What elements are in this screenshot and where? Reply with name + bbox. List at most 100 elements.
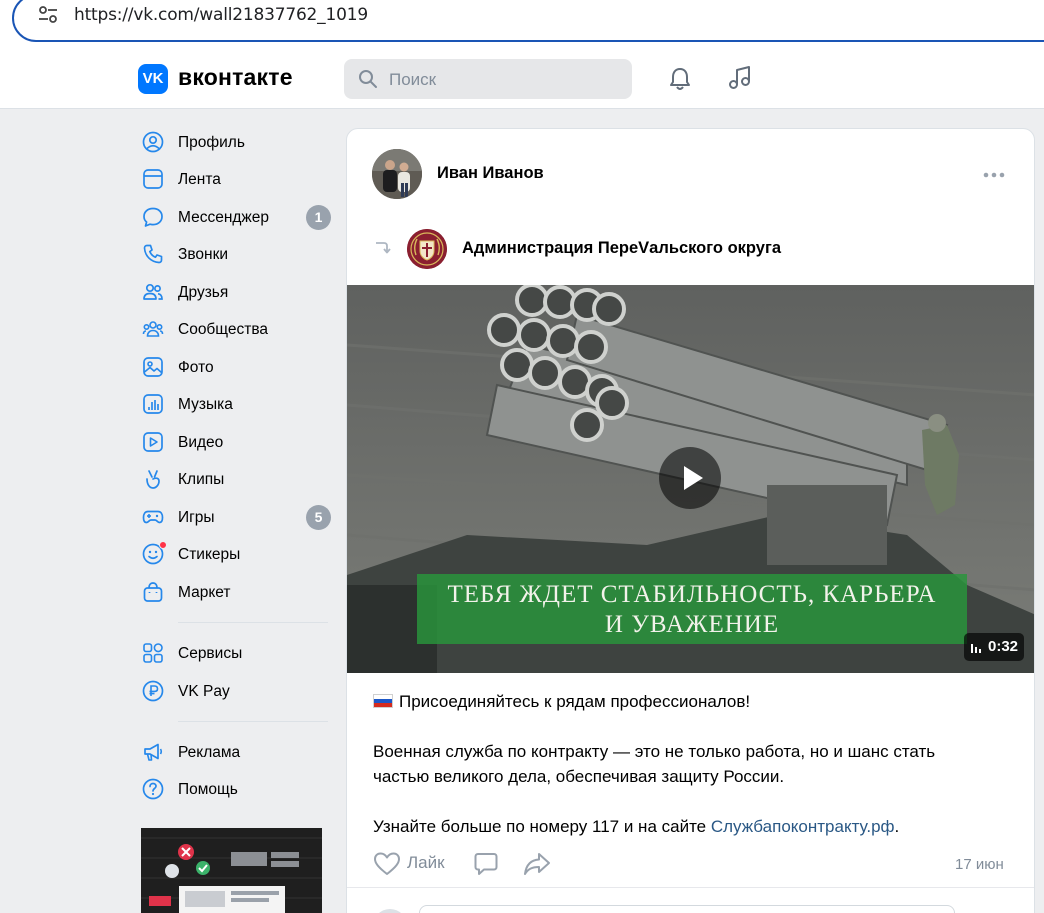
sidebar-item-label: Клипы	[178, 471, 225, 488]
post-date[interactable]: 17 июн	[955, 856, 1004, 873]
sidebar-item-label: Друзья	[178, 284, 229, 301]
more-options-icon[interactable]	[983, 171, 1005, 179]
post-text-line3: частью великого дела, обеспечивая защиту…	[373, 767, 785, 786]
sidebar-item-label: Фото	[178, 359, 214, 376]
gamepad-icon	[142, 510, 164, 524]
current-user-avatar	[373, 909, 407, 913]
music-note-icon[interactable]	[726, 64, 754, 92]
ruble-coin-icon	[142, 680, 164, 702]
video-icon	[143, 432, 163, 452]
sidebar-item-label: Игры	[178, 509, 215, 526]
sidebar-item-messenger[interactable]: Мессенджер 1	[138, 200, 338, 234]
sidebar-item-label: Стикеры	[178, 546, 241, 563]
card-divider	[347, 887, 1034, 888]
sidebar-item-video[interactable]: Видео	[138, 425, 338, 459]
browser-toolbar: https://vk.com/wall21837762_1019	[0, 0, 1044, 46]
play-icon	[684, 466, 703, 490]
sidebar-item-label: Музыка	[178, 396, 233, 413]
vk-header: VK вконтакте Поиск	[0, 46, 1044, 109]
games-count-badge: 5	[306, 505, 331, 530]
megaphone-icon	[144, 743, 163, 761]
sidebar-divider	[178, 721, 328, 722]
search-placeholder: Поиск	[389, 70, 437, 89]
services-grid-icon	[143, 643, 163, 663]
sidebar-item-help[interactable]: Помощь	[138, 772, 338, 806]
help-icon	[142, 778, 164, 800]
russia-flag-icon	[373, 694, 393, 708]
wall-post-card: Иван Иванов Администрация ПереVальского …	[346, 128, 1035, 913]
post-author-name[interactable]: Иван Иванов	[437, 164, 544, 183]
sidebar-item-label: Помощь	[178, 781, 238, 798]
communities-icon	[142, 321, 164, 337]
post-text-line1: Присоединяйтесь к рядам профессионалов!	[373, 689, 750, 714]
play-button[interactable]	[659, 447, 721, 509]
sidebar-item-communities[interactable]: Сообщества	[138, 312, 338, 346]
promo-banner-thumbnail[interactable]	[141, 828, 322, 913]
video-caption-line1: ТЕБЯ ЖДЕТ СТАБИЛЬНОСТЬ, КАРЬЕРА	[447, 581, 937, 608]
vk-wordmark[interactable]: вконтакте	[178, 64, 293, 91]
heart-icon[interactable]	[373, 851, 401, 877]
sidebar-item-label: Лента	[178, 171, 221, 188]
sidebar-item-label: Сообщества	[178, 321, 269, 338]
like-button-label[interactable]: Лайк	[407, 853, 445, 873]
post-text-period: .	[894, 817, 900, 836]
sidebar-item-services[interactable]: Сервисы	[138, 636, 338, 670]
sidebar-item-music[interactable]: Музыка	[138, 387, 338, 421]
clips-icon	[146, 470, 160, 489]
sidebar-item-photos[interactable]: Фото	[138, 350, 338, 384]
sidebar-item-friends[interactable]: Друзья	[138, 275, 338, 309]
comment-input[interactable]	[419, 905, 955, 913]
search-icon	[359, 70, 377, 88]
author-avatar[interactable]	[372, 149, 422, 199]
sidebar-item-stickers[interactable]: Стикеры	[138, 537, 338, 571]
source-group-avatar[interactable]	[407, 229, 447, 269]
sidebar-item-label: Реклама	[178, 744, 241, 761]
friends-icon	[143, 283, 163, 300]
sidebar-item-label: VK Pay	[178, 683, 230, 700]
sidebar-item-clips[interactable]: Клипы	[138, 462, 338, 496]
video-duration: 0:32	[988, 638, 1019, 655]
vk-logo-icon[interactable]: VK	[138, 64, 168, 94]
video-caption-overlay: ТЕБЯ ЖДЕТ СТАБИЛЬНОСТЬ, КАРЬЕРА И УВАЖЕН…	[417, 574, 967, 644]
sidebar-item-ads[interactable]: Реклама	[138, 735, 338, 769]
comment-icon[interactable]	[473, 851, 499, 877]
music-icon	[143, 394, 163, 414]
search-input[interactable]: Поиск	[344, 59, 632, 99]
bell-icon[interactable]	[666, 65, 694, 93]
sidebar-item-label: Сервисы	[178, 645, 243, 662]
profile-icon	[142, 131, 164, 153]
sidebar-item-games[interactable]: Игры 5	[138, 500, 338, 534]
post-actions-bar: Лайк 17 июн	[347, 847, 1034, 883]
site-settings-icon[interactable]	[38, 6, 58, 24]
sidebar-item-label: Мессенджер	[178, 209, 270, 226]
phone-icon	[143, 244, 163, 264]
share-icon[interactable]	[523, 851, 551, 877]
sidebar-item-label: Маркет	[178, 584, 231, 601]
address-bar[interactable]: https://vk.com/wall21837762_1019	[12, 0, 1044, 42]
news-feed-icon	[143, 169, 163, 189]
website-link[interactable]: Служба­по­контракту.рф	[711, 817, 895, 836]
message-bubble-icon	[143, 207, 163, 227]
author-photo	[372, 149, 422, 199]
unread-count-badge: 1	[306, 205, 331, 230]
repost-arrow-icon	[376, 242, 391, 254]
photo-icon	[143, 357, 163, 377]
coat-of-arms-icon	[407, 229, 447, 269]
sidebar-item-label: Профиль	[178, 134, 245, 151]
sidebar-item-market[interactable]: Маркет	[138, 575, 338, 609]
post-text-line4: Узнайте больше по номеру 117 и на сайте …	[373, 814, 899, 839]
post-text-contact: Узнайте больше по номеру 117 и на сайте	[373, 817, 711, 836]
video-duration-badge: 0:32	[964, 633, 1024, 661]
promo-illustration	[141, 828, 322, 913]
url-text: https://vk.com/wall21837762_1019	[74, 5, 368, 25]
video-player[interactable]: ТЕБЯ ЖДЕТ СТАБИЛЬНОСТЬ, КАРЬЕРА И УВАЖЕН…	[347, 285, 1034, 673]
sidebar-item-profile[interactable]: Профиль	[138, 125, 338, 159]
new-indicator-dot	[159, 541, 167, 549]
repost-source-name[interactable]: Администрация ПереVальского округа	[462, 239, 781, 258]
post-text-headline: Присоединяйтесь к рядам профессионалов!	[399, 692, 751, 711]
audio-bars-icon	[971, 644, 981, 653]
sidebar-item-label: Видео	[178, 434, 224, 451]
sidebar-item-calls[interactable]: Звонки	[138, 237, 338, 271]
sidebar-item-vkpay[interactable]: VK Pay	[138, 674, 338, 708]
sidebar-item-news[interactable]: Лента	[138, 162, 338, 196]
